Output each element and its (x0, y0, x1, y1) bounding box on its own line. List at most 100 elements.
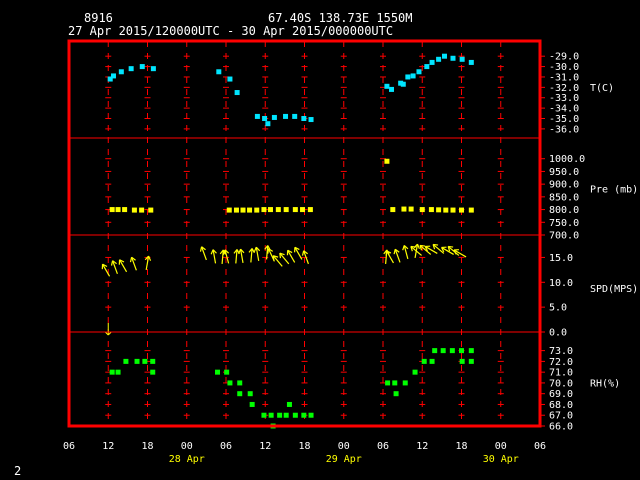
wind-vector (286, 249, 296, 263)
wind-vector (210, 249, 217, 264)
temperature-point (424, 64, 430, 70)
temperature-point (441, 53, 447, 59)
humidity-point (227, 380, 233, 386)
wind-vector-head (110, 260, 114, 266)
temperature-point (118, 69, 124, 75)
wind-vector (233, 249, 240, 264)
temperature-point (139, 64, 145, 70)
y-tick-label: 950.0 (549, 167, 579, 178)
humidity-point (393, 391, 399, 397)
wind-vector-head (416, 243, 420, 249)
humidity-point (440, 348, 446, 354)
pressure-point (292, 207, 298, 213)
x-tick-label: 00 (181, 441, 193, 452)
wind-vector-head (419, 244, 426, 247)
wind-vector (453, 249, 467, 258)
temperature-point (265, 121, 271, 127)
y-tick-label: -35.0 (549, 114, 579, 125)
pressure-point (443, 207, 449, 213)
x-tick-label: 12 (102, 441, 114, 452)
wind-vector (238, 248, 245, 264)
x-tick-label: 06 (534, 441, 546, 452)
x-tick-label: 00 (338, 441, 350, 452)
meteogram-chart: -29.0-30.0-31.0-32.0-33.0-34.0-35.0-36.0… (63, 39, 638, 465)
humidity-point (449, 348, 455, 354)
y-tick-label: -31.0 (549, 72, 579, 83)
panel-label-pressure: Pre (mb) (590, 185, 638, 196)
temperature-point (468, 59, 474, 65)
humidity-point (150, 369, 156, 375)
y-tick-label: 73.0 (549, 346, 573, 357)
pressure-point (261, 207, 267, 213)
pressure-point (419, 207, 425, 213)
x-tick-label: 12 (259, 441, 271, 452)
humidity-point (224, 369, 230, 375)
y-tick-label: 800.0 (549, 205, 579, 216)
humidity-point (109, 369, 115, 375)
temperature-point (308, 117, 314, 123)
pressure-point (131, 207, 137, 213)
pressure-point (267, 207, 273, 213)
temperature-point (436, 56, 442, 62)
x-tick-label: 18 (298, 441, 310, 452)
wind-vector-head (238, 248, 242, 254)
y-tick-label: 0.0 (549, 328, 567, 339)
temperature-point (150, 66, 156, 72)
y-tick-label: 700.0 (549, 231, 579, 242)
humidity-point (468, 348, 474, 354)
pressure-point (109, 207, 115, 213)
wind-vector (118, 259, 128, 273)
y-tick-label: 66.0 (549, 422, 573, 433)
panel-label-humidity: RH(%) (590, 378, 620, 389)
humidity-point (115, 369, 121, 375)
humidity-point (421, 358, 427, 364)
pressure-point (408, 206, 414, 212)
wind-vector (393, 248, 401, 263)
y-tick-label: 67.0 (549, 411, 573, 422)
humidity-point (385, 380, 391, 386)
humidity-point (123, 358, 129, 364)
y-tick-label: -29.0 (549, 52, 579, 63)
pressure-point (283, 207, 289, 213)
temperature-point (405, 74, 411, 80)
humidity-point (150, 358, 156, 364)
pressure-point (240, 207, 246, 213)
x-tick-label: 00 (495, 441, 507, 452)
humidity-point (286, 401, 292, 407)
humidity-point (142, 358, 148, 364)
humidity-point (308, 412, 314, 418)
pressure-point (139, 207, 145, 213)
temperature-point (400, 81, 406, 87)
humidity-point (214, 369, 220, 375)
pressure-point (254, 207, 260, 213)
wind-vector (253, 246, 261, 262)
humidity-point (459, 358, 465, 364)
temperature-point (459, 56, 465, 62)
humidity-point (237, 380, 243, 386)
temperature-point (292, 113, 298, 119)
wind-vector (129, 256, 137, 271)
y-tick-label: 10.0 (549, 278, 573, 289)
wind-vector (199, 246, 207, 261)
y-tick-label: -33.0 (549, 93, 579, 104)
temperature-point (262, 116, 268, 121)
wind-vector-head (410, 245, 416, 248)
humidity-point (277, 412, 283, 418)
y-tick-label: 900.0 (549, 180, 579, 191)
wind-vector-head (210, 249, 214, 255)
wind-vector (294, 246, 303, 260)
wind-vector-head (402, 245, 405, 251)
x-date-label: 30 Apr (483, 454, 519, 465)
wind-vector-head (393, 249, 396, 255)
humidity-point (249, 401, 255, 407)
x-tick-label: 18 (141, 441, 153, 452)
pressure-point (148, 207, 154, 213)
humidity-point (432, 348, 438, 354)
wind-vector-head (253, 246, 257, 252)
y-tick-label: 68.0 (549, 400, 573, 411)
pressure-point (307, 207, 313, 213)
humidity-point (283, 412, 289, 418)
temperature-point (450, 55, 456, 61)
temperature-point (227, 76, 233, 82)
humidity-point (292, 412, 298, 418)
